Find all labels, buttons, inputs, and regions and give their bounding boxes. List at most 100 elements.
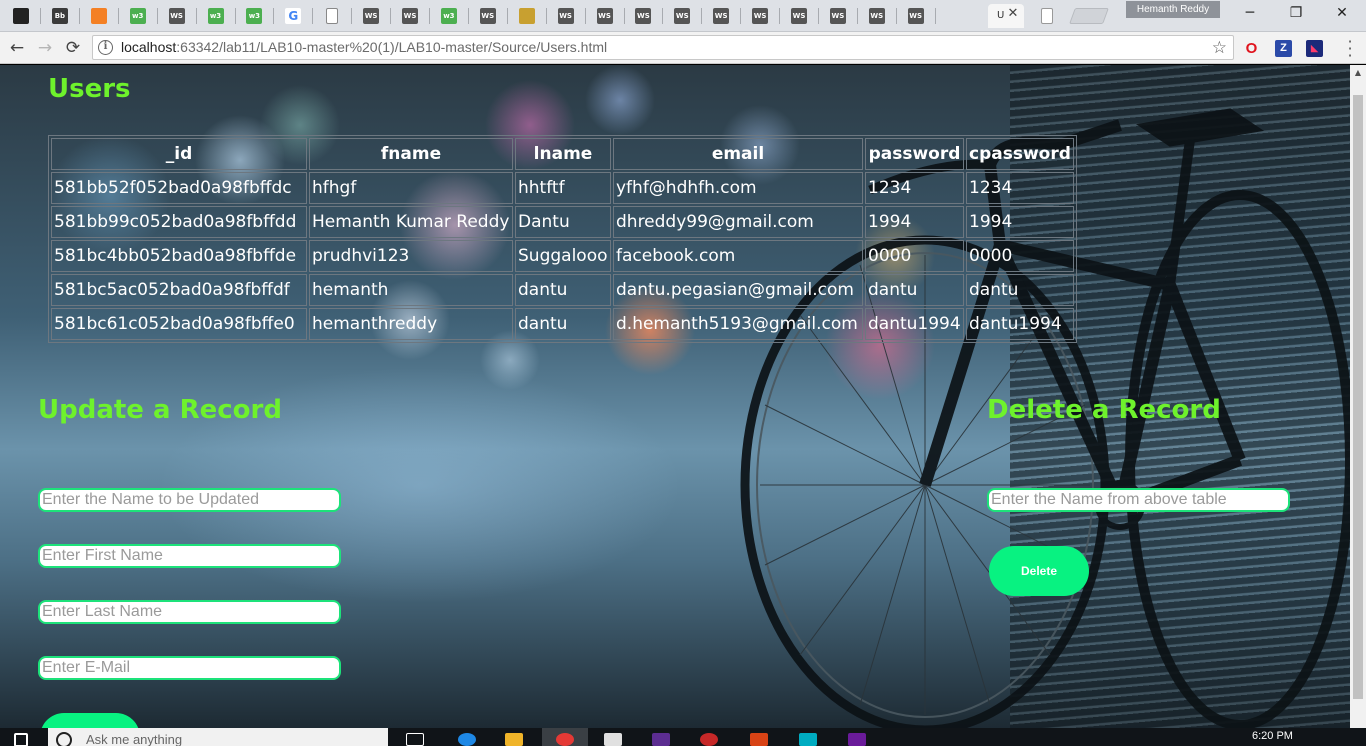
cell-password: dantu xyxy=(865,274,964,306)
file-explorer-icon[interactable] xyxy=(505,733,523,746)
browser-tab[interactable]: WS xyxy=(164,4,190,28)
cell-fname: Hemanth Kumar Reddy xyxy=(309,206,513,238)
task-view-icon[interactable] xyxy=(406,733,424,746)
app-icon[interactable] xyxy=(652,733,670,746)
tab-blank[interactable] xyxy=(1034,4,1060,28)
bookmark-icon xyxy=(90,8,107,24)
browser-tab[interactable]: WS xyxy=(553,4,579,28)
browser-tab[interactable]: WS xyxy=(825,4,851,28)
cortana-search-box[interactable]: Ask me anything xyxy=(48,728,388,746)
url-path: :63342/lab11/LAB10-master%20(1)/LAB10-ma… xyxy=(176,39,608,55)
menu-icon[interactable]: · · · xyxy=(1344,34,1356,64)
cell-email: yfhf@hdhfh.com xyxy=(613,172,863,204)
forward-icon[interactable]: → xyxy=(34,38,56,58)
last-name-input[interactable] xyxy=(38,600,341,624)
browser-tab[interactable]: w3 xyxy=(241,4,267,28)
browser-tab[interactable]: WS xyxy=(747,4,773,28)
cell-cpassword: dantu1994 xyxy=(966,308,1074,340)
cell-email: facebook.com xyxy=(613,240,863,272)
browser-tab[interactable] xyxy=(86,4,112,28)
tab-separator xyxy=(78,8,80,24)
cell-lname: dantu xyxy=(515,274,611,306)
cell-id: 581bc61c052bad0a98fbffe0 xyxy=(51,308,307,340)
update-name-input[interactable] xyxy=(38,488,341,512)
tab-separator xyxy=(467,8,469,24)
profile-button[interactable]: Hemanth Reddy xyxy=(1126,1,1220,18)
tab-separator xyxy=(234,8,236,24)
browser-tab[interactable]: WS xyxy=(592,4,618,28)
maximize-icon[interactable]: ❐ xyxy=(1276,3,1316,23)
update-button[interactable] xyxy=(40,713,140,728)
webstorm-icon[interactable] xyxy=(799,733,817,746)
extension-icon[interactable]: ◣ xyxy=(1306,40,1323,57)
scroll-up-arrow-icon[interactable]: ▲ xyxy=(1350,65,1366,81)
scroll-thumb[interactable] xyxy=(1353,95,1363,699)
app-icon[interactable] xyxy=(848,733,866,746)
minimize-icon[interactable]: ─ xyxy=(1230,3,1270,23)
table-row: 581bb52f052bad0a98fbffdc hfhgf hhtftf yf… xyxy=(51,172,1074,204)
browser-toolbar: ← → ⟳ i localhost:63342/lab11/LAB10-mast… xyxy=(0,32,1366,64)
table-header-row: _id fname lname email password cpassword xyxy=(51,138,1074,170)
windows-start-icon[interactable] xyxy=(14,733,28,746)
taskbar-clock: 6:20 PM xyxy=(1252,730,1293,742)
page-scrollbar[interactable]: ▲ xyxy=(1350,65,1366,728)
app-icon[interactable] xyxy=(700,733,718,746)
z-extension-icon[interactable]: Z xyxy=(1275,40,1292,57)
delete-name-input[interactable] xyxy=(987,488,1290,512)
back-icon[interactable]: ← xyxy=(6,38,28,58)
email-input[interactable] xyxy=(38,656,341,680)
browser-tab[interactable]: WS xyxy=(708,4,734,28)
chrome-icon xyxy=(556,733,574,746)
browser-tab[interactable]: WS xyxy=(475,4,501,28)
chrome-taskbar-slot[interactable] xyxy=(542,728,588,746)
store-icon[interactable] xyxy=(604,733,622,746)
search-icon xyxy=(56,732,72,746)
browser-tab[interactable]: WS xyxy=(786,4,812,28)
browser-tab[interactable] xyxy=(8,4,34,28)
cell-lname: hhtftf xyxy=(515,172,611,204)
powerpoint-icon[interactable] xyxy=(750,733,768,746)
new-tab-button[interactable] xyxy=(1069,8,1109,24)
browser-tab[interactable] xyxy=(319,4,345,28)
cell-cpassword: 1234 xyxy=(966,172,1074,204)
page-icon xyxy=(326,8,339,24)
browser-tab[interactable]: WS xyxy=(358,4,384,28)
tab-separator xyxy=(779,8,781,24)
close-window-icon[interactable]: ✕ xyxy=(1322,3,1362,23)
cell-password: 0000 xyxy=(865,240,964,272)
github-icon xyxy=(13,8,29,24)
cell-fname: hemanth xyxy=(309,274,513,306)
delete-button[interactable]: Delete xyxy=(989,546,1089,596)
browser-tab[interactable]: WS xyxy=(397,4,423,28)
bookmark-star-icon[interactable]: ☆ xyxy=(1212,37,1227,59)
cell-password: dantu1994 xyxy=(865,308,964,340)
cell-cpassword: 0000 xyxy=(966,240,1074,272)
tab-separator xyxy=(934,8,936,24)
first-name-input[interactable] xyxy=(38,544,341,568)
browser-tab[interactable]: w3 xyxy=(125,4,151,28)
browser-tab[interactable]: WS xyxy=(630,4,656,28)
ws-icon: WS xyxy=(868,8,885,24)
browser-tab[interactable]: Bb xyxy=(47,4,73,28)
ws-icon: WS xyxy=(479,8,496,24)
reload-icon[interactable]: ⟳ xyxy=(62,38,84,58)
cell-lname: Suggalooo xyxy=(515,240,611,272)
page-content: Users _id fname lname email password cpa… xyxy=(0,65,1350,728)
address-bar[interactable]: i localhost:63342/lab11/LAB10-master%20(… xyxy=(92,35,1234,60)
cell-lname: Dantu xyxy=(515,206,611,238)
cell-id: 581bc4bb052bad0a98fbffde xyxy=(51,240,307,272)
url-text[interactable]: localhost:63342/lab11/LAB10-master%20(1)… xyxy=(121,36,607,59)
close-tab-icon[interactable]: ✕ xyxy=(1006,7,1020,21)
edge-icon[interactable] xyxy=(458,733,476,746)
browser-tab[interactable] xyxy=(514,4,540,28)
browser-tab[interactable]: w3 xyxy=(203,4,229,28)
browser-tab[interactable]: G xyxy=(280,4,306,28)
opera-icon[interactable]: O xyxy=(1243,40,1260,57)
browser-tab[interactable]: WS xyxy=(669,4,695,28)
cell-id: 581bc5ac052bad0a98fbffdf xyxy=(51,274,307,306)
w3-icon: w3 xyxy=(440,8,457,24)
browser-tab[interactable]: WS xyxy=(903,4,929,28)
info-icon[interactable]: i xyxy=(98,40,113,55)
browser-tab[interactable]: WS xyxy=(864,4,890,28)
browser-tab[interactable]: w3 xyxy=(436,4,462,28)
